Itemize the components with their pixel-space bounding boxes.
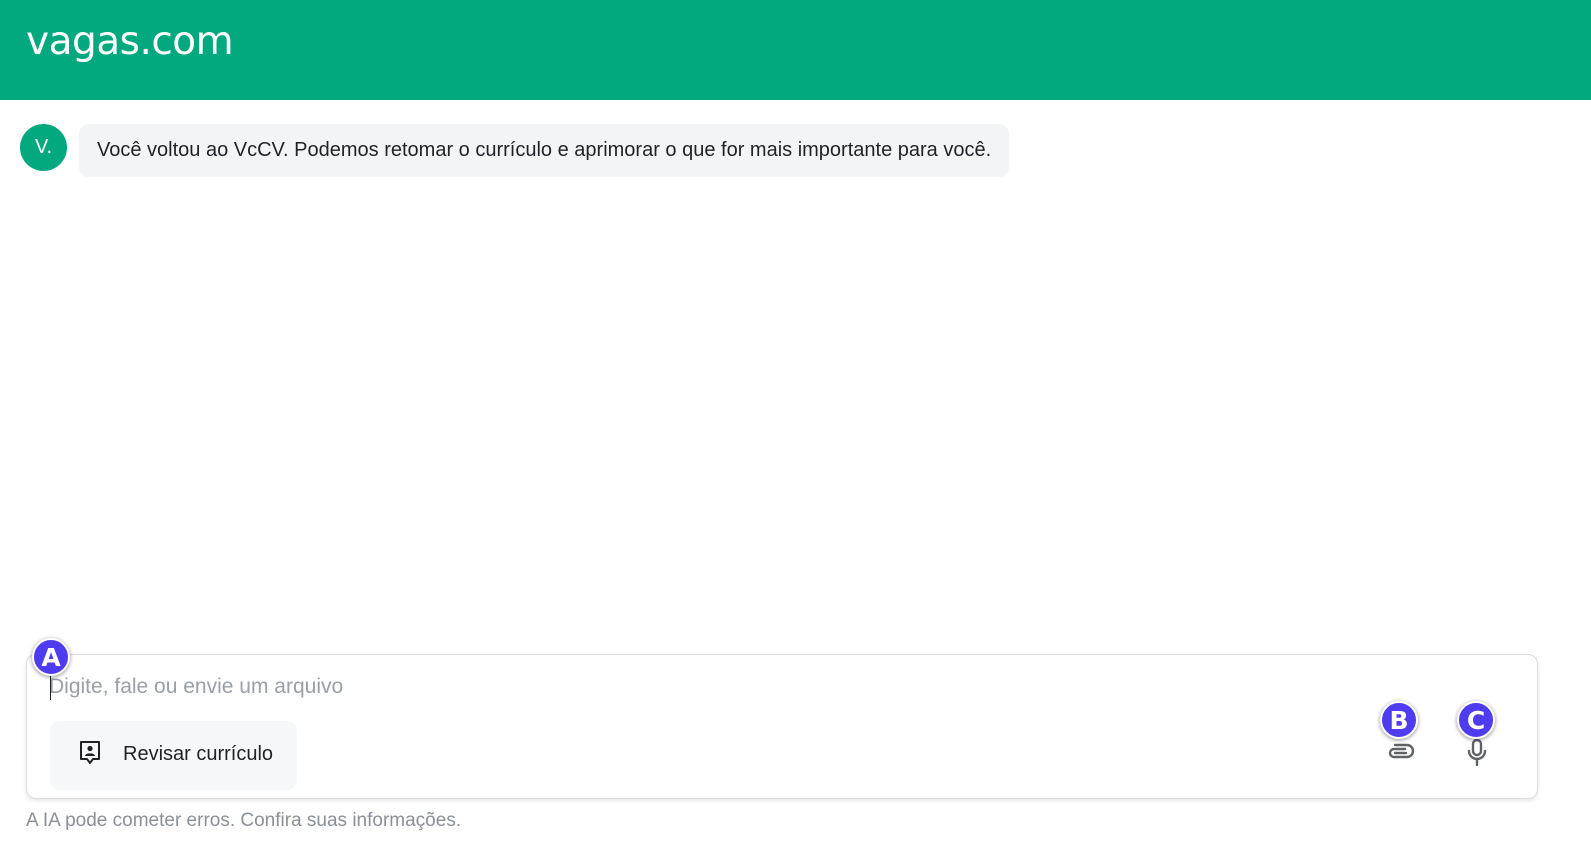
paperclip-icon — [1385, 741, 1415, 770]
review-resume-label: Revisar currículo — [123, 743, 274, 765]
app-header: vagas.com — [0, 0, 1591, 100]
text-caret — [50, 676, 51, 700]
annotation-marker-b: B — [1380, 701, 1418, 739]
voice-input-button[interactable] — [1459, 737, 1495, 773]
assistant-message: Você voltou ao VcCV. Podemos retomar o c… — [79, 124, 1010, 177]
review-resume-button[interactable]: Revisar currículo — [50, 721, 297, 790]
microphone-icon — [1465, 738, 1489, 773]
vagas-logo[interactable]: vagas.com — [26, 18, 234, 66]
ai-disclaimer: A IA pode cometer erros. Confira suas in… — [26, 810, 462, 831]
assistant-avatar: V. — [20, 124, 67, 171]
resume-icon — [78, 740, 102, 766]
annotation-marker-c: C — [1457, 701, 1495, 739]
annotation-marker-a: A — [32, 638, 70, 676]
message-input[interactable] — [49, 671, 1349, 703]
message-composer: Revisar currículo — [26, 654, 1538, 799]
attach-file-button[interactable] — [1382, 737, 1418, 773]
